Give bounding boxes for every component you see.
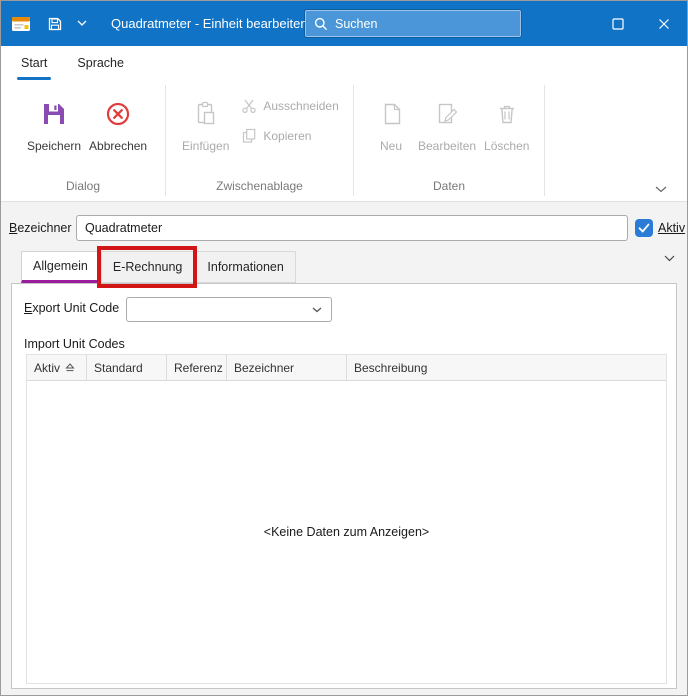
column-header-aktiv[interactable]: Aktiv: [27, 355, 87, 380]
kopieren-button[interactable]: Kopieren: [237, 128, 342, 144]
delete-icon: [494, 92, 520, 136]
close-button[interactable]: [641, 1, 687, 46]
save-icon: [40, 92, 68, 136]
cancel-icon: [104, 92, 132, 136]
maximize-button[interactable]: [595, 1, 641, 46]
edit-icon: [434, 92, 460, 136]
ribbon-tab-sprache[interactable]: Sprache: [75, 46, 126, 80]
ribbon-group-dialog: Speichern Abbrechen Dialog: [1, 80, 165, 201]
table-header-row: Aktiv Standard Referenz Bezeichner Besch…: [27, 355, 666, 381]
edit-unit-dialog: Quadratmeter - Einheit bearbeiten Suchen: [0, 0, 688, 696]
export-unit-code-label: Export Unit Code: [24, 301, 119, 315]
bearbeiten-button[interactable]: Bearbeiten: [414, 90, 480, 155]
abbrechen-label: Abbrechen: [89, 140, 147, 153]
ribbon-collapse-chevron-icon[interactable]: [655, 186, 667, 193]
export-unit-code-value: [127, 302, 143, 316]
import-unit-codes-label: Import Unit Codes: [24, 337, 125, 351]
cut-icon: [241, 98, 257, 114]
dialog-body: Bezeichner Aktiv Allgemein E-Rechnung In…: [1, 202, 687, 695]
loeschen-label: Löschen: [484, 140, 529, 153]
aktiv-checkbox[interactable]: [635, 219, 653, 237]
column-header-aktiv-label: Aktiv: [34, 361, 60, 375]
sort-ascending-icon: [65, 363, 75, 372]
ribbon-group-daten: Neu Bearbeiten: [354, 80, 544, 201]
tab-e-rechnung[interactable]: E-Rechnung: [101, 251, 195, 283]
quick-access-chevron-down-icon[interactable]: [77, 20, 87, 27]
column-header-bezeichner[interactable]: Bezeichner: [227, 355, 347, 380]
ausschneiden-button[interactable]: Ausschneiden: [237, 98, 342, 114]
bezeichner-input[interactable]: [76, 215, 628, 241]
bezeichner-label: Bezeichner: [9, 215, 72, 241]
tab-informationen[interactable]: Informationen: [195, 251, 295, 283]
app-icon: [11, 14, 31, 34]
quick-access-save-icon[interactable]: [47, 16, 63, 32]
speichern-label: Speichern: [27, 140, 81, 153]
kopieren-label: Kopieren: [263, 129, 311, 143]
ausschneiden-label: Ausschneiden: [263, 99, 338, 113]
import-unit-codes-table: Aktiv Standard Referenz Bezeichner Besch…: [26, 354, 667, 684]
check-icon: [638, 223, 650, 233]
ribbon-tab-row: Start Sprache: [1, 46, 687, 80]
ribbon-group-zwischenablage: Einfügen Ausschneiden: [166, 80, 353, 201]
titlebar: Quadratmeter - Einheit bearbeiten Suchen: [1, 1, 687, 46]
column-header-standard[interactable]: Standard: [87, 355, 167, 380]
ribbon: Speichern Abbrechen Dialog: [1, 80, 687, 202]
copy-icon: [241, 128, 257, 144]
page-tabstrip: Allgemein E-Rechnung Informationen: [21, 251, 297, 283]
window-title: Quadratmeter - Einheit bearbeiten: [111, 16, 308, 31]
group-label-zwischenablage: Zwischenablage: [166, 176, 353, 201]
speichern-button[interactable]: Speichern: [23, 90, 85, 155]
loeschen-button[interactable]: Löschen: [480, 90, 533, 155]
search-box[interactable]: Suchen: [305, 10, 521, 37]
chevron-down-icon: [312, 307, 322, 313]
table-empty-area: <Keine Daten zum Anzeigen>: [27, 381, 666, 683]
abbrechen-button[interactable]: Abbrechen: [85, 90, 151, 155]
panel-collapse-chevron-icon[interactable]: [664, 255, 675, 262]
column-header-beschreibung[interactable]: Beschreibung: [347, 355, 666, 380]
e-rechnung-panel: Export Unit Code Import Unit Codes Aktiv: [11, 283, 677, 689]
ribbon-tab-start[interactable]: Start: [19, 46, 49, 80]
group-label-daten: Daten: [354, 176, 544, 201]
einfuegen-label: Einfügen: [182, 140, 229, 153]
bearbeiten-label: Bearbeiten: [418, 140, 476, 153]
ribbon-overflow-area: [545, 80, 687, 201]
neu-label: Neu: [380, 140, 402, 153]
tab-allgemein[interactable]: Allgemein: [21, 251, 100, 283]
search-icon: [314, 17, 328, 31]
column-header-referenz[interactable]: Referenz: [167, 355, 227, 380]
window-controls: [595, 1, 687, 46]
aktiv-label: Aktiv: [658, 215, 685, 241]
empty-message: <Keine Daten zum Anzeigen>: [264, 525, 429, 539]
einfuegen-button[interactable]: Einfügen: [178, 90, 233, 155]
paste-icon: [193, 92, 219, 136]
group-label-dialog: Dialog: [1, 176, 165, 201]
new-icon: [378, 92, 404, 136]
export-unit-code-dropdown[interactable]: [126, 297, 332, 322]
neu-button[interactable]: Neu: [368, 90, 414, 155]
search-placeholder: Suchen: [335, 17, 377, 31]
